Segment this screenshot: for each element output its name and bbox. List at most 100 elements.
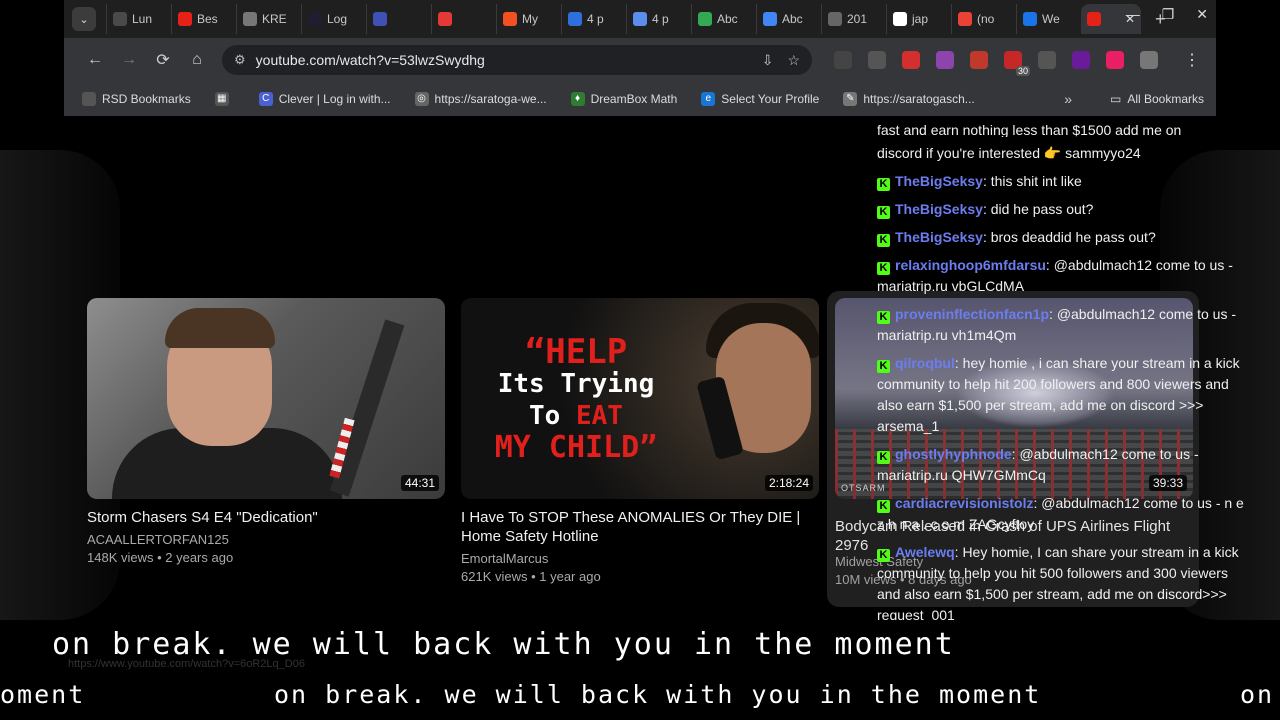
- chat-username[interactable]: relaxinghoop6mfdarsu: [895, 257, 1046, 273]
- kick-badge-icon: K: [877, 206, 890, 219]
- bookmark-item[interactable]: ♦ DreamBox Math: [570, 92, 677, 106]
- tab-8[interactable]: 4 p: [626, 4, 691, 34]
- extension-icon[interactable]: [868, 51, 886, 69]
- kick-badge-icon: K: [877, 262, 890, 275]
- browser-menu-button[interactable]: ⋮: [1184, 50, 1200, 70]
- tab-2[interactable]: KRE: [236, 4, 301, 34]
- bookmark-item[interactable]: ▦: [214, 92, 235, 106]
- bookmark-item[interactable]: ◎ https://saratoga-we...: [414, 92, 547, 106]
- kick-badge-icon: K: [877, 451, 890, 464]
- site-info-icon[interactable]: ⚙: [234, 52, 246, 68]
- bookmark-item[interactable]: RSD Bookmarks: [82, 92, 191, 106]
- extension-icon[interactable]: [970, 51, 988, 69]
- video-thumbnail[interactable]: “HELP Its Trying To EAT MY CHILD” 2:18:2…: [461, 298, 819, 499]
- tab-0[interactable]: Lun: [106, 4, 171, 34]
- break-banner: on break. we will back with you in the m…: [0, 620, 1010, 670]
- video-thumbnail[interactable]: 44:31: [87, 298, 445, 499]
- browser-window: ⌄ Lun Bes KRE Log My 4 p4 p Abc Abc 201 jap (no We …: [64, 0, 1216, 116]
- tab-1[interactable]: Bes: [171, 4, 236, 34]
- chat-message: Kghostlyhyphnode: @abdulmach12 come to u…: [877, 444, 1252, 486]
- tab-favicon-icon: [438, 12, 452, 26]
- address-url[interactable]: youtube.com/watch?v=53lwzSwydhg: [256, 52, 748, 68]
- extension-icon[interactable]: [936, 51, 954, 69]
- ticker-text: on break. we will back with you in the m…: [274, 680, 1042, 709]
- all-bookmarks-button[interactable]: ▭ All Bookmarks: [1110, 92, 1204, 106]
- chat-username[interactable]: Awelewq: [895, 544, 955, 560]
- window-controls: — ❐ ✕: [1126, 6, 1208, 23]
- tab-3[interactable]: Log: [301, 4, 366, 34]
- all-bookmarks-label: All Bookmarks: [1127, 92, 1204, 106]
- chat-username[interactable]: TheBigSeksy: [895, 173, 983, 189]
- chat-text: bros deaddid he pass out?: [990, 229, 1156, 245]
- tab-12[interactable]: jap: [886, 4, 951, 34]
- video-title[interactable]: I Have To STOP These ANOMALIES Or They D…: [461, 508, 819, 546]
- extension-icon[interactable]: [1038, 51, 1056, 69]
- forward-button[interactable]: →: [112, 51, 146, 69]
- chat-message: Kqilroqbul: hey homie , i can share your…: [877, 353, 1252, 437]
- tab-favicon-icon: [763, 12, 777, 26]
- tab-11[interactable]: 201: [821, 4, 886, 34]
- video-title[interactable]: Storm Chasers S4 E4 "Dedication": [87, 508, 445, 527]
- status-url: https://www.youtube.com/watch?v=6oR2Lq_D…: [68, 658, 305, 670]
- chat-username[interactable]: cardiacrevisionistolz: [895, 495, 1034, 511]
- maximize-button[interactable]: ❐: [1162, 6, 1175, 23]
- tab-favicon-icon: [373, 12, 387, 26]
- chat-message: Krelaxinghoop6mfdarsu: @abdulmach12 come…: [877, 255, 1252, 297]
- tab-search-icon[interactable]: ⌄: [72, 7, 96, 31]
- close-window-button[interactable]: ✕: [1196, 6, 1208, 23]
- kick-badge-icon: K: [877, 178, 890, 191]
- chat-username[interactable]: qilroqbul: [895, 355, 955, 371]
- video-channel[interactable]: EmortalMarcus: [461, 550, 819, 568]
- address-bar[interactable]: ⚙ youtube.com/watch?v=53lwzSwydhg ⇩ ☆: [222, 45, 812, 75]
- tab-4[interactable]: [366, 4, 431, 34]
- tab-favicon-icon: [308, 12, 322, 26]
- extension-icon[interactable]: [834, 51, 852, 69]
- chat-username[interactable]: proveninflectionfacn1p: [895, 306, 1049, 322]
- chat-username[interactable]: ghostlyhyphnode: [895, 446, 1012, 462]
- tab-14[interactable]: We: [1016, 4, 1081, 34]
- bookmark-item[interactable]: e Select Your Profile: [701, 92, 819, 106]
- video-card[interactable]: 44:31 Storm Chasers S4 E4 "Dedication" A…: [87, 298, 445, 567]
- extension-icon[interactable]: [1072, 51, 1090, 69]
- install-app-icon[interactable]: ⇩: [762, 52, 774, 69]
- back-button[interactable]: ←: [78, 51, 112, 69]
- extension-icon[interactable]: 30: [1004, 51, 1030, 76]
- chat-separator: :: [982, 229, 991, 245]
- video-channel[interactable]: ACAALLERTORFAN125: [87, 531, 445, 549]
- chat-separator: :: [982, 173, 991, 189]
- chat-username[interactable]: TheBigSeksy: [895, 229, 983, 245]
- bookmark-item[interactable]: C Clever | Log in with...: [258, 92, 391, 106]
- tab-6[interactable]: My: [496, 4, 561, 34]
- tab-7[interactable]: 4 p: [561, 4, 626, 34]
- tab-favicon-icon: [633, 12, 647, 26]
- extension-icon[interactable]: [1106, 51, 1124, 69]
- tab-label: My: [522, 12, 538, 26]
- chat-message: Kproveninflectionfacn1p: @abdulmach12 co…: [877, 304, 1252, 346]
- tab-label: 4 p: [587, 12, 604, 26]
- bookmarks-overflow-button[interactable]: »: [1064, 91, 1072, 107]
- extension-icon[interactable]: [902, 51, 920, 69]
- minimize-button[interactable]: —: [1126, 6, 1140, 23]
- chat-username[interactable]: TheBigSeksy: [895, 201, 983, 217]
- bookmark-icon: [82, 92, 96, 106]
- extension-icon[interactable]: [1140, 51, 1158, 69]
- tab-10[interactable]: Abc: [756, 4, 821, 34]
- bookmark-star-icon[interactable]: ☆: [787, 52, 800, 69]
- video-card[interactable]: “HELP Its Trying To EAT MY CHILD” 2:18:2…: [461, 298, 819, 586]
- tab-favicon-icon: [698, 12, 712, 26]
- chat-message: K Awelewq: Hey homie, I can share your st…: [877, 542, 1252, 626]
- reload-button[interactable]: ⟳: [146, 50, 180, 70]
- tab-9[interactable]: Abc: [691, 4, 756, 34]
- bookmark-item[interactable]: ✎ https://saratogasch...: [843, 92, 975, 106]
- bookmark-icon: ✎: [843, 92, 858, 106]
- tab-5[interactable]: [431, 4, 496, 34]
- chat-message: K TheBigSeksy: this shit int like: [877, 171, 1252, 192]
- tab-favicon-icon: [243, 12, 257, 26]
- thumbnail-caption: “HELP Its Trying To EAT MY CHILD”: [471, 335, 681, 464]
- chat-message: K TheBigSeksy: did he pass out?: [877, 199, 1252, 220]
- kick-badge-icon: K: [877, 311, 890, 324]
- tab-13[interactable]: (no: [951, 4, 1016, 34]
- tab-label: 4 p: [652, 12, 669, 26]
- home-button[interactable]: ⌂: [180, 51, 214, 69]
- break-message: on break. we will back with you in the m…: [52, 627, 955, 662]
